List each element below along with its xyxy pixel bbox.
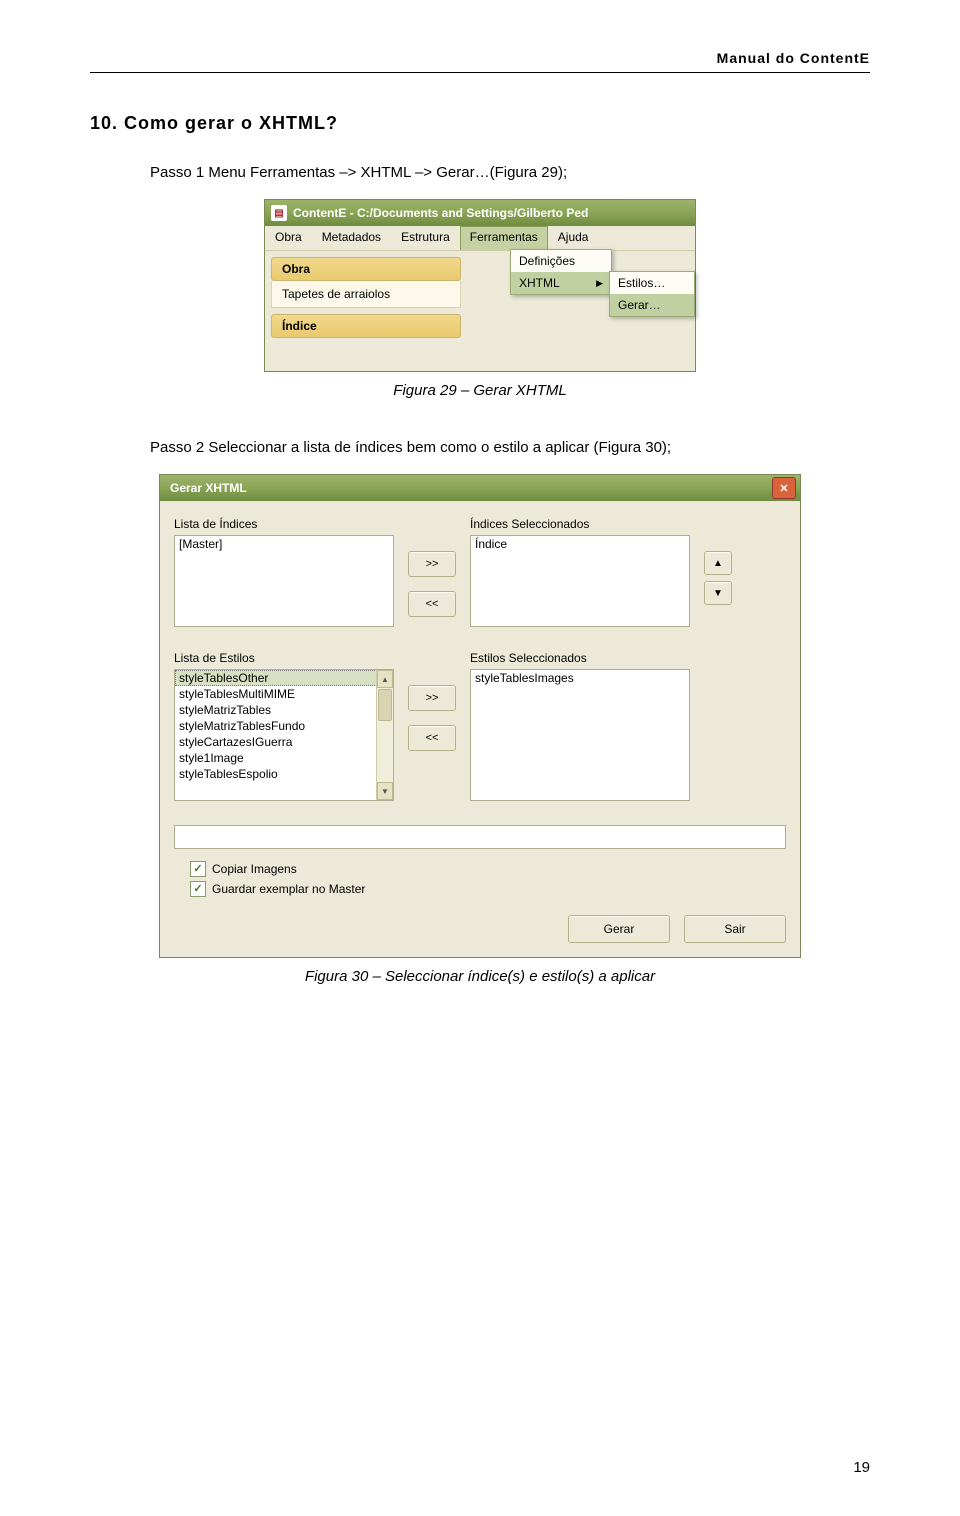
listbox-estilos-src[interactable]: styleTablesOther styleTablesMultiMIME st… — [174, 669, 394, 801]
listbox-indices-dst[interactable]: Índice — [470, 535, 690, 627]
list-item[interactable]: styleCartazesIGuerra — [175, 734, 393, 750]
label-lista-estilos: Lista de Estilos — [174, 651, 394, 665]
scroll-up-icon[interactable]: ▲ — [377, 670, 393, 688]
xhtml-submenu: Estilos… Gerar… — [609, 271, 695, 317]
gerar-button[interactable]: Gerar — [568, 915, 670, 943]
list-item[interactable]: styleTablesEspolio — [175, 766, 393, 782]
menubar: Obra Metadados Estrutura Ferramentas Aju… — [265, 226, 695, 251]
list-item[interactable]: style1Image — [175, 750, 393, 766]
section-title: 10. Como gerar o XHTML? — [90, 113, 870, 134]
check-label: Guardar exemplar no Master — [212, 882, 365, 896]
remove-style-button[interactable]: << — [408, 725, 456, 751]
menu-estrutura[interactable]: Estrutura — [391, 226, 460, 250]
fig30-window: Gerar XHTML ✕ Lista de Índices [Master] … — [159, 474, 801, 958]
listbox-indices-src[interactable]: [Master] — [174, 535, 394, 627]
close-icon: ✕ — [779, 482, 788, 495]
label-lista-indices: Lista de Índices — [174, 517, 394, 531]
remove-index-button[interactable]: << — [408, 591, 456, 617]
list-item[interactable]: [Master] — [175, 536, 393, 552]
list-item[interactable]: styleMatrizTablesFundo — [175, 718, 393, 734]
fig29-caption: Figura 29 – Gerar XHTML — [90, 382, 870, 399]
dialog-title: Gerar XHTML — [170, 481, 247, 495]
menu-xhtml[interactable]: XHTML ▶ — [511, 272, 611, 294]
checkbox-icon: ✓ — [190, 881, 206, 897]
submenu-gerar[interactable]: Gerar… — [610, 294, 694, 316]
scroll-down-icon[interactable]: ▼ — [377, 782, 393, 800]
menu-ferramentas[interactable]: Ferramentas — [460, 226, 548, 250]
menu-obra[interactable]: Obra — [265, 226, 312, 250]
ferramentas-dropdown: Definições XHTML ▶ — [510, 249, 612, 295]
menu-definicoes[interactable]: Definições — [511, 250, 611, 272]
list-item[interactable]: styleTablesOther — [175, 670, 393, 686]
sair-button[interactable]: Sair — [684, 915, 786, 943]
page-number: 19 — [853, 1459, 870, 1476]
step2-text: Passo 2 Seleccionar a lista de índices b… — [150, 439, 870, 456]
list-item[interactable]: Índice — [471, 536, 689, 552]
side-indice-header: Índice — [271, 314, 461, 338]
add-index-button[interactable]: >> — [408, 551, 456, 577]
list-item[interactable]: styleTablesImages — [471, 670, 689, 686]
fig29-window: ▤ ContentE - C:/Documents and Settings/G… — [264, 199, 696, 372]
move-down-button[interactable]: ▼ — [704, 581, 732, 605]
menu-xhtml-label: XHTML — [519, 276, 560, 290]
step1-text: Passo 1 Menu Ferramentas –> XHTML –> Ger… — [150, 164, 870, 181]
list-item[interactable]: styleTablesMultiMIME — [175, 686, 393, 702]
menu-metadados[interactable]: Metadados — [312, 226, 391, 250]
fig30-titlebar: Gerar XHTML ✕ — [160, 475, 800, 501]
checkbox-icon: ✓ — [190, 861, 206, 877]
path-field[interactable] — [174, 825, 786, 849]
label-indices-sel: Índices Seleccionados — [470, 517, 690, 531]
listbox-estilos-dst[interactable]: styleTablesImages — [470, 669, 690, 801]
submenu-estilos[interactable]: Estilos… — [610, 272, 694, 294]
header-rule — [90, 72, 870, 73]
add-style-button[interactable]: >> — [408, 685, 456, 711]
page-header: Manual do ContentE — [90, 50, 870, 66]
check-label: Copiar Imagens — [212, 862, 297, 876]
move-up-button[interactable]: ▲ — [704, 551, 732, 575]
check-guardar-master[interactable]: ✓ Guardar exemplar no Master — [190, 881, 786, 897]
scrollbar[interactable]: ▲ ▼ — [376, 670, 393, 800]
fig30-caption: Figura 30 – Seleccionar índice(s) e esti… — [90, 968, 870, 985]
list-item[interactable]: styleMatrizTables — [175, 702, 393, 718]
window-title: ContentE - C:/Documents and Settings/Gil… — [293, 206, 588, 220]
side-obra-header: Obra — [271, 257, 461, 281]
check-copiar-imagens[interactable]: ✓ Copiar Imagens — [190, 861, 786, 877]
close-button[interactable]: ✕ — [772, 477, 796, 499]
label-estilos-sel: Estilos Seleccionados — [470, 651, 690, 665]
app-icon: ▤ — [271, 205, 287, 221]
side-obra-item[interactable]: Tapetes de arraiolos — [271, 281, 461, 308]
scroll-thumb[interactable] — [378, 689, 392, 721]
fig29-titlebar: ▤ ContentE - C:/Documents and Settings/G… — [265, 200, 695, 226]
submenu-arrow-icon: ▶ — [596, 278, 603, 289]
menu-ajuda[interactable]: Ajuda — [548, 226, 599, 250]
